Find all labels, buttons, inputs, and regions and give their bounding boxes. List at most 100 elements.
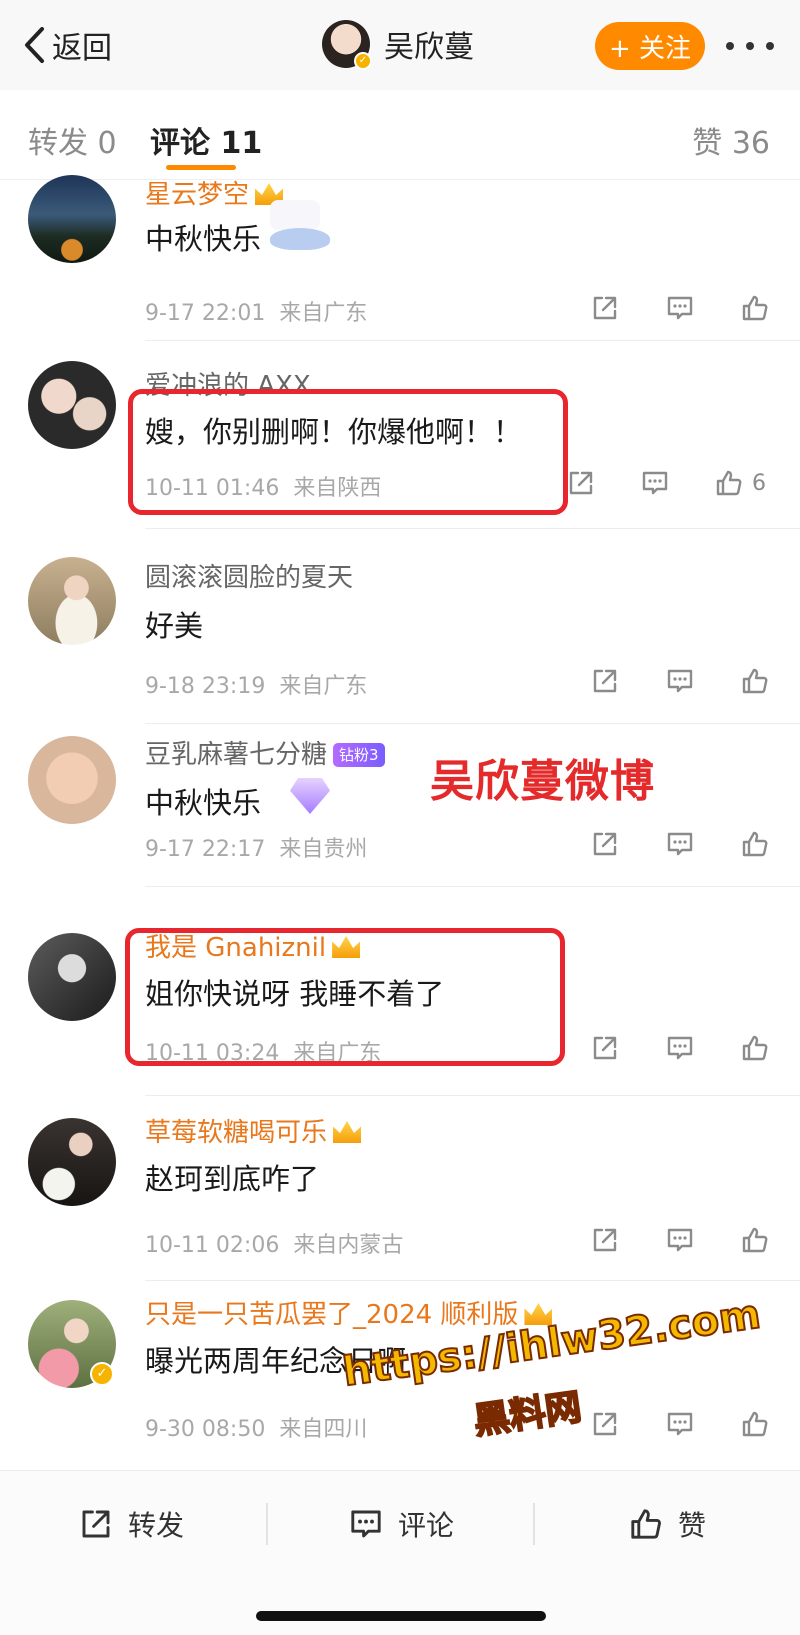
tab-like[interactable]: 赞 36 — [692, 118, 770, 162]
comment-text: 赵珂到底咋了 — [145, 1162, 320, 1196]
thumbs-up-icon — [742, 1411, 768, 1437]
like-button[interactable] — [740, 1409, 770, 1439]
comment-icon — [667, 1228, 693, 1252]
tab-bar: 转发 0 评论 11 赞 36 — [0, 90, 800, 180]
avatar[interactable]: ✓ — [28, 1300, 116, 1388]
thumbs-up-icon — [742, 831, 768, 857]
reply-button[interactable] — [665, 1033, 695, 1063]
follow-button[interactable]: + 关注 — [595, 22, 705, 70]
share-button[interactable] — [590, 1225, 620, 1255]
comment-divider — [145, 723, 800, 724]
share-button[interactable] — [590, 1409, 620, 1439]
comment-actions — [590, 1028, 770, 1068]
avatar[interactable] — [28, 933, 116, 1021]
comment-actions — [590, 288, 770, 328]
back-label: 返回 — [52, 31, 112, 66]
more-dot-icon — [746, 42, 754, 50]
reply-button[interactable] — [665, 1225, 695, 1255]
comment-actions — [590, 1220, 770, 1260]
reply-button[interactable] — [665, 666, 695, 696]
comment-icon — [667, 1036, 693, 1060]
share-icon — [593, 669, 617, 693]
author-name[interactable]: 吴欣蔓 — [384, 22, 474, 66]
avatar[interactable] — [28, 361, 116, 449]
highlight-box — [128, 389, 568, 515]
comment-icon — [667, 296, 693, 320]
share-button[interactable] — [590, 293, 620, 323]
bottom-like-button[interactable]: 赞 — [628, 1499, 706, 1549]
bottom-divider — [533, 1503, 535, 1545]
like-button[interactable]: 6 — [714, 468, 766, 498]
like-button[interactable] — [740, 1225, 770, 1255]
bottom-comment-button[interactable]: 评论 — [348, 1499, 454, 1549]
verified-badge-icon: ✓ — [90, 1362, 114, 1386]
avatar[interactable] — [28, 1118, 116, 1206]
chevron-left-icon — [25, 27, 44, 63]
comment-divider — [145, 886, 800, 887]
comment-actions — [590, 661, 770, 701]
highlight-box — [125, 928, 565, 1066]
more-dot-icon — [766, 42, 774, 50]
comment-author[interactable]: 只是一只苦瓜罢了_2024 顺利版 — [145, 1294, 553, 1331]
comment-actions — [590, 824, 770, 864]
comment-author[interactable]: 圆滚滚圆脸的夏天 — [145, 557, 353, 594]
verified-badge-icon: ✓ — [354, 52, 372, 70]
avatar[interactable] — [28, 175, 116, 263]
comment-meta: 9-17 22:17 来自贵州 — [145, 837, 368, 862]
whale-sticker-icon — [270, 228, 330, 250]
comment-divider — [145, 1095, 800, 1096]
comment-meta: 9-17 22:01 来自广东 — [145, 301, 368, 326]
comment-divider — [145, 340, 800, 341]
comment-divider — [145, 1280, 800, 1281]
reply-button[interactable] — [640, 468, 670, 498]
reply-button[interactable] — [665, 1409, 695, 1439]
comment-meta: 10-11 02:06 来自内蒙古 — [145, 1233, 404, 1258]
thumbs-up-icon — [631, 1509, 661, 1539]
tab-repost[interactable]: 转发 0 — [28, 118, 117, 162]
comment-text: 好美 — [145, 609, 204, 643]
comment-actions: 6 — [566, 463, 766, 503]
share-icon — [593, 832, 617, 856]
comment-icon — [351, 1510, 381, 1538]
comment-meta: 9-18 23:19 来自广东 — [145, 674, 368, 699]
share-icon — [593, 296, 617, 320]
bottom-like-label: 赞 — [678, 1509, 707, 1542]
watermark-title: 吴欣蔓微博 — [430, 756, 655, 807]
back-button[interactable]: 返回 — [22, 24, 112, 66]
like-button[interactable] — [740, 666, 770, 696]
top-nav-bar: 返回 ✓ 吴欣蔓 + 关注 — [0, 0, 800, 90]
bottom-repost-label: 转发 — [128, 1509, 185, 1542]
comment-author[interactable]: 豆乳麻薯七分糖 钻粉3 — [145, 734, 385, 771]
share-button[interactable] — [566, 468, 596, 498]
thumbs-up-icon — [742, 1227, 768, 1253]
comment-meta: 9-30 08:50 来自四川 — [145, 1417, 368, 1442]
comment-icon — [667, 669, 693, 693]
like-count: 6 — [752, 470, 766, 496]
home-indicator[interactable] — [256, 1611, 546, 1621]
share-icon — [593, 1412, 617, 1436]
share-button[interactable] — [590, 829, 620, 859]
author-avatar[interactable]: ✓ — [322, 20, 372, 70]
share-icon — [569, 471, 593, 495]
comment-author[interactable]: 草莓软糖喝可乐 — [145, 1112, 362, 1149]
like-button[interactable] — [740, 293, 770, 323]
comment-text: 中秋快乐 — [145, 222, 262, 256]
avatar[interactable] — [28, 557, 116, 645]
comment-author[interactable]: 星云梦空 — [145, 174, 284, 211]
avatar[interactable] — [28, 736, 116, 824]
like-button[interactable] — [740, 829, 770, 859]
bottom-repost-button[interactable]: 转发 — [78, 1499, 184, 1549]
comment-text: 中秋快乐 — [145, 786, 262, 820]
reply-button[interactable] — [665, 829, 695, 859]
reply-button[interactable] — [665, 293, 695, 323]
share-button[interactable] — [590, 1033, 620, 1063]
tab-comment[interactable]: 评论 11 — [150, 118, 262, 162]
more-dot-icon — [726, 42, 734, 50]
share-button[interactable] — [590, 666, 620, 696]
more-options-button[interactable] — [720, 26, 780, 66]
emoji-sticker — [270, 200, 320, 230]
diamond-sticker-icon — [290, 778, 330, 814]
author-profile[interactable]: ✓ 吴欣蔓 — [322, 20, 474, 70]
comment-icon — [642, 471, 668, 495]
like-button[interactable] — [740, 1033, 770, 1063]
